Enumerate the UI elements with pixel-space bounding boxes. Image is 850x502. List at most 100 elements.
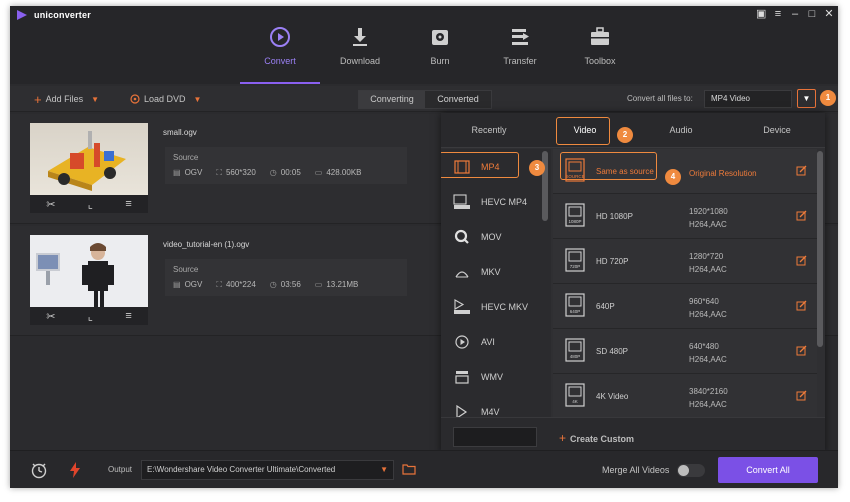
clock-icon: ◷ [269,168,277,177]
format-value: OGV [184,168,203,177]
trim-icon[interactable]: ✂ [46,310,55,323]
tab-device[interactable]: Device [729,113,825,148]
dvd-icon [130,94,140,104]
source-meta: ▤ OGV ⛶ 560*320 ◷ 00:05 ▭ 428.00KB [173,168,375,178]
resolution-detail: Original Resolution [689,169,757,178]
chevron-down-icon[interactable]: ▼ [194,95,202,104]
video-thumbnail[interactable] [30,123,148,195]
output-path-select[interactable]: E:\Wondershare Video Converter Ultimate\… [141,460,394,480]
tab-converting[interactable]: Converting [359,91,425,108]
resolution-item-same-as-source[interactable]: SOURCE Same as source Original Resolutio… [553,149,817,194]
load-dvd-button[interactable]: Load DVD ▼ [130,94,201,104]
app-title: uniconverter [34,10,91,20]
resolution-item-4k-video[interactable]: 4K 4K Video 3840*2160 H264,AAC [553,374,817,417]
resolution-item-sd-480p[interactable]: 480P SD 480P 640*480 H264,AAC [553,329,817,374]
duration-meta: ◷ 03:56 [270,280,301,290]
resolution-size: 640*480 [689,342,719,351]
popup-footer: + Create Custom [441,417,825,454]
nav-convert[interactable]: Convert [240,6,320,84]
format-item-hevc-mkv[interactable]: HEVC MKV [441,289,551,324]
callout-badge: 4 [665,169,681,185]
resolution-badge-text: SOURCE [565,174,584,179]
resolution-size: 1920*1080 [689,207,728,216]
source-info: Source ▤ OGV ⛶ 400*224 ◷ 03:56 ▭ 13.21MB [165,259,407,296]
nav-transfer[interactable]: Transfer [480,6,560,84]
nav-toolbox[interactable]: Toolbox [560,6,640,84]
nav-download[interactable]: Download [320,6,400,84]
crop-icon[interactable]: ⌞ [88,198,93,211]
format-item-avi[interactable]: AVI [441,324,551,359]
resolution-badge-text: 1080P [568,219,581,224]
format-label: HEVC MP4 [481,196,528,207]
nav-burn[interactable]: Burn [400,6,480,84]
merge-videos-label: Merge All Videos [602,465,670,475]
format-list: MP4 HEVC MP4 MOV MKV HEVC MKV AVI WMV M4… [441,149,551,417]
format-item-hevc-mp4[interactable]: HEVC MP4 [441,184,551,219]
chevron-down-icon[interactable]: ▼ [91,95,99,104]
convert-all-button[interactable]: Convert All [718,457,818,483]
edit-icon[interactable] [796,210,807,221]
resolution-badge-text: 4K [572,399,578,404]
resolution-list-scrollbar[interactable] [817,151,823,347]
resolution-name: Same as source [596,167,654,176]
resolution-value: 560*320 [225,168,256,177]
resolution-codec: H264,AAC [689,220,727,229]
chat-icon[interactable]: ▣ [756,8,766,20]
hevc-mkv-icon [453,298,471,315]
chevron-down-icon[interactable]: ▼ [380,461,388,479]
output-format-select[interactable]: MP4 Video [704,90,792,108]
film-icon: ▤ [173,168,181,177]
tab-recently[interactable]: Recently [441,113,537,148]
resolution-detail: 960*640 H264,AAC [689,295,727,321]
schedule-icon[interactable] [30,461,48,479]
window-controls: ▣ ≡ – □ ✕ [756,8,834,20]
maximize-icon[interactable]: □ [807,8,817,20]
resolution-codec: H264,AAC [689,355,727,364]
tab-audio[interactable]: Audio [633,113,729,148]
format-item-mov[interactable]: MOV [441,219,551,254]
edit-icon[interactable] [796,390,807,401]
trim-icon[interactable]: ✂ [46,198,55,211]
crop-icon[interactable]: ⌞ [88,310,93,323]
resolution-icon: ⛶ [216,168,222,177]
resolution-item-640p[interactable]: 640P 640P 960*640 H264,AAC [553,284,817,329]
close-icon[interactable]: ✕ [824,8,834,20]
add-files-button[interactable]: + Add Files ▼ [34,93,99,106]
resolution-meta: ⛶ 400*224 [216,280,255,290]
folder-icon: ▭ [314,280,323,289]
lightning-icon[interactable] [66,461,84,479]
format-item-wmv[interactable]: WMV [441,359,551,394]
create-custom-button[interactable]: + Create Custom [559,431,634,445]
format-item-mkv[interactable]: MKV [441,254,551,289]
file-name: video_tutorial-en (1).ogv [163,240,250,249]
thumbnail-image [30,235,148,307]
video-thumbnail[interactable] [30,235,148,307]
edit-icon[interactable] [796,255,807,266]
format-list-scrollbar[interactable] [542,151,548,221]
open-folder-icon[interactable] [402,463,416,475]
highlight-box [556,117,610,145]
format-item-m4v[interactable]: M4V [441,394,551,417]
size-meta: ▭ 13.21MB [315,280,359,290]
resolution-item-hd-720p[interactable]: 720P HD 720P 1280*720 H264,AAC [553,239,817,284]
minimize-icon[interactable]: – [790,8,800,20]
format-dropdown-button[interactable]: ▼ [797,89,816,108]
size-value: 13.21MB [326,280,359,289]
format-label: MKV [481,266,501,277]
resolution-item-hd-1080p[interactable]: 1080P HD 1080P 1920*1080 H264,AAC [553,194,817,239]
source-badge-icon: SOURCE [565,158,585,182]
edit-icon[interactable] [796,345,807,356]
size-value: 428.00KB [326,168,362,177]
merge-videos-toggle[interactable] [677,464,705,477]
effects-icon[interactable]: ≡ [125,198,131,210]
format-search-input[interactable] [453,427,537,447]
mkv-icon [453,264,471,280]
duration-meta: ◷ 00:05 [270,168,301,178]
tab-converted[interactable]: Converted [425,91,491,108]
effects-icon[interactable]: ≡ [125,310,131,322]
edit-icon[interactable] [796,165,807,176]
menu-icon[interactable]: ≡ [773,8,783,20]
edit-icon[interactable] [796,300,807,311]
resolution-value: 400*224 [225,280,256,289]
resolution-codec: H264,AAC [689,400,727,409]
